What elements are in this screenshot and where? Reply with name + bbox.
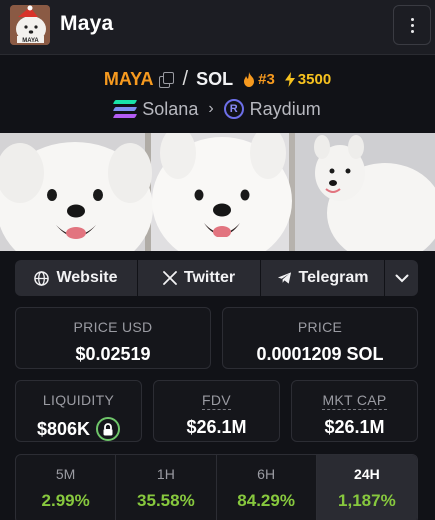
liquidity-value: $806K [36, 418, 91, 439]
pair-separator: / [182, 67, 189, 90]
tab-label: 5M [55, 466, 76, 482]
tab-label: 1H [156, 466, 175, 482]
tab-6h[interactable]: 6H 84.29% [217, 455, 317, 520]
price-change-value: 1,187% [338, 491, 396, 510]
token-avatar: MAYA [10, 5, 50, 45]
website-label: Website [56, 269, 118, 286]
globe-icon [34, 270, 50, 286]
tab-label: 6H [257, 466, 276, 482]
avatar-text: MAYA [22, 38, 39, 44]
price-usd-label: PRICE USD [73, 319, 153, 335]
liquidity-label: LIQUIDITY [42, 392, 115, 408]
token-banner-image [0, 133, 435, 251]
telegram-icon [277, 272, 291, 284]
raydium-icon: R [223, 99, 244, 119]
tab-5m[interactable]: 5M 2.99% [16, 455, 117, 520]
chevron-right-icon: › [208, 100, 214, 117]
boosts-badge[interactable]: 3500 [284, 70, 332, 88]
mkt-cap-label[interactable]: MKT CAP [322, 392, 387, 410]
tab-1h[interactable]: 1H 35.58% [116, 455, 217, 520]
chevron-down-icon [395, 274, 408, 282]
tab-label: 24H [354, 466, 380, 482]
app-title: Maya [60, 12, 114, 35]
twitter-label: Twitter [183, 269, 236, 286]
trending-rank[interactable]: #3 [243, 71, 275, 88]
solana-icon [113, 100, 138, 118]
top-bar: MAYA Maya [0, 0, 435, 55]
base-symbol: MAYA [103, 68, 154, 89]
mkt-cap-value: $26.1M [324, 417, 385, 437]
boosts-value: 3500 [297, 70, 332, 88]
price-change-value: 84.29% [237, 491, 295, 510]
dex-name[interactable]: Raydium [250, 99, 321, 120]
chain-row: Solana › R Raydium [0, 97, 435, 121]
price-change-tabs: 5M 2.99% 1H 35.58% 6H 84.29% 24H 1,187% [15, 454, 418, 520]
lock-icon[interactable] [96, 417, 121, 441]
fire-icon [244, 71, 255, 87]
pair-row: MAYA / SOL #3 3500 [0, 66, 435, 92]
twitter-link[interactable]: Twitter [138, 260, 261, 296]
rank-value: #3 [258, 70, 275, 88]
price-change-value: 2.99% [41, 491, 90, 510]
fdv-label[interactable]: FDV [202, 392, 231, 410]
telegram-link[interactable]: Telegram [261, 260, 385, 296]
chain-name[interactable]: Solana [142, 99, 198, 120]
more-options-button[interactable] [393, 5, 431, 45]
price-change-value: 35.58% [137, 491, 195, 510]
dot-icon [410, 23, 414, 27]
copy-icon[interactable] [158, 71, 174, 88]
price-native-value: 0.0001209 SOL [256, 344, 384, 364]
website-link[interactable]: Website [15, 260, 138, 296]
social-links-bar: Website Twitter Telegram [15, 260, 418, 296]
price-native-card: PRICE 0.0001209 SOL [222, 307, 418, 369]
fdv-value: $26.1M [186, 417, 247, 437]
lightning-icon [284, 71, 295, 87]
liquidity-card: LIQUIDITY $806K [15, 380, 142, 442]
dot-icon [410, 17, 414, 21]
quote-symbol: SOL [196, 68, 234, 89]
mkt-cap-card: MKT CAP $26.1M [291, 380, 418, 442]
tab-24h[interactable]: 24H 1,187% [316, 455, 417, 520]
price-usd-card: PRICE USD $0.02519 [15, 307, 211, 369]
price-usd-value: $0.02519 [75, 344, 151, 364]
telegram-label: Telegram [298, 269, 369, 286]
x-logo-icon [162, 271, 177, 285]
fdv-card: FDV $26.1M [153, 380, 280, 442]
dot-icon [410, 29, 414, 33]
price-native-label: PRICE [297, 319, 343, 335]
more-links-dropdown[interactable] [385, 260, 418, 296]
